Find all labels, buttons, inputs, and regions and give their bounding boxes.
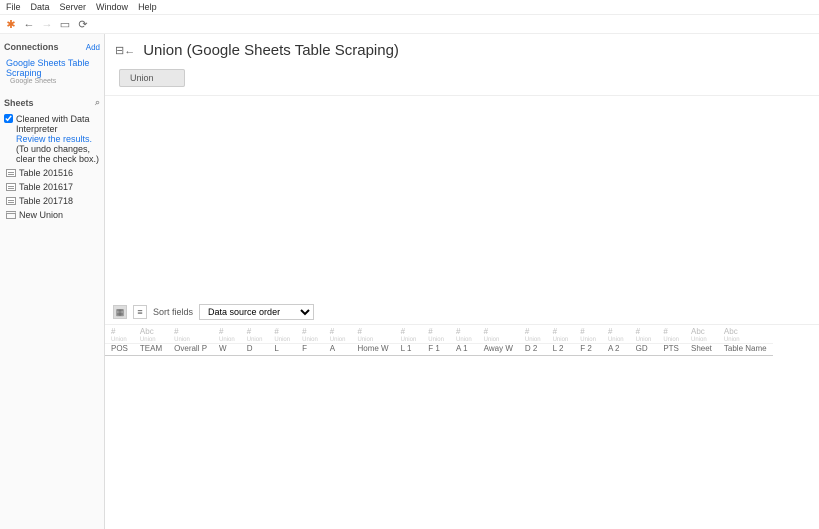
union-icon [6, 211, 16, 219]
column-header[interactable]: F [296, 344, 324, 356]
column-header[interactable]: A 2 [602, 344, 630, 356]
column-header[interactable]: GD [630, 344, 658, 356]
column-header[interactable]: PTS [657, 344, 685, 356]
type-icon[interactable]: Abc [691, 327, 705, 336]
type-icon[interactable]: # [330, 327, 334, 336]
sheets-header: Sheets [4, 98, 34, 108]
sidebar: Connections Add Google Sheets Table Scra… [0, 34, 105, 529]
sheet-item[interactable]: Table 201617 [2, 180, 102, 194]
type-icon[interactable]: Abc [724, 327, 738, 336]
sheet-icon [6, 169, 16, 177]
column-header[interactable]: W [213, 344, 241, 356]
column-header[interactable]: Home W [351, 344, 394, 356]
sheet-item[interactable]: Table 201718 [2, 194, 102, 208]
type-icon[interactable]: # [608, 327, 612, 336]
column-header[interactable]: D [241, 344, 269, 356]
type-icon[interactable]: # [357, 327, 361, 336]
sort-fields-label: Sort fields [153, 307, 193, 317]
column-header[interactable]: Overall P [168, 344, 213, 356]
data-interpreter-checkbox[interactable] [4, 114, 13, 123]
data-interpreter-label: Cleaned with Data Interpreter Review the… [16, 114, 100, 164]
sheet-icon [6, 197, 16, 205]
review-results-link[interactable]: Review the results. [16, 134, 92, 144]
forward-icon[interactable]: → [40, 17, 54, 31]
type-icon[interactable]: # [580, 327, 584, 336]
connection-item[interactable]: Google Sheets Table Scraping Google Shee… [2, 56, 102, 87]
column-header[interactable]: POS [105, 344, 134, 356]
column-header[interactable]: L 2 [547, 344, 575, 356]
column-header[interactable]: TEAM [134, 344, 168, 356]
menu-data[interactable]: Data [31, 2, 50, 12]
menu-help[interactable]: Help [138, 2, 157, 12]
column-header[interactable]: F 2 [574, 344, 602, 356]
type-icon[interactable]: # [247, 327, 251, 336]
menu-window[interactable]: Window [96, 2, 128, 12]
new-union[interactable]: New Union [2, 208, 102, 222]
column-header[interactable]: Away W [478, 344, 519, 356]
add-connection-link[interactable]: Add [86, 43, 100, 52]
sheet-icon [6, 183, 16, 191]
type-icon[interactable]: # [219, 327, 223, 336]
data-grid[interactable]: #UnionAbcUnion#Union#Union#Union#Union#U… [105, 325, 819, 529]
column-header[interactable]: Table Name [718, 344, 773, 356]
column-header[interactable]: D 2 [519, 344, 547, 356]
refresh-icon[interactable]: ⟳ [76, 17, 90, 31]
type-icon[interactable]: # [456, 327, 460, 336]
list-view-icon[interactable]: ≡ [133, 305, 147, 319]
type-icon[interactable]: # [663, 327, 667, 336]
save-icon[interactable]: ▭ [58, 17, 72, 31]
grid-view-icon[interactable]: ▦ [113, 305, 127, 319]
sort-fields-select[interactable]: Data source order [199, 304, 314, 320]
back-icon[interactable]: ← [22, 17, 36, 31]
connections-header: Connections [4, 42, 59, 52]
type-icon[interactable]: # [174, 327, 178, 336]
toolbar: ✱ ← → ▭ ⟳ [0, 15, 819, 34]
type-icon[interactable]: # [274, 327, 278, 336]
type-icon[interactable]: Abc [140, 327, 154, 336]
search-icon[interactable]: ⌕ [95, 97, 100, 108]
type-icon[interactable]: # [428, 327, 432, 336]
type-icon[interactable]: # [484, 327, 488, 336]
datasource-icon[interactable]: ⊟← [115, 44, 135, 57]
type-icon[interactable]: # [111, 327, 115, 336]
column-header[interactable]: A [324, 344, 352, 356]
column-header[interactable]: L [268, 344, 296, 356]
column-header[interactable]: L 1 [395, 344, 423, 356]
type-icon[interactable]: # [553, 327, 557, 336]
column-header[interactable]: F 1 [422, 344, 450, 356]
menu-server[interactable]: Server [60, 2, 87, 12]
column-header[interactable]: Sheet [685, 344, 718, 356]
menu-file[interactable]: File [6, 2, 21, 12]
page-title: Union (Google Sheets Table Scraping) [143, 42, 399, 59]
union-pill[interactable]: Union [119, 69, 185, 87]
type-icon[interactable]: # [302, 327, 306, 336]
type-icon[interactable]: # [525, 327, 529, 336]
column-header[interactable]: A 1 [450, 344, 478, 356]
menubar: File Data Server Window Help [0, 0, 819, 15]
type-icon[interactable]: # [636, 327, 640, 336]
type-icon[interactable]: # [401, 327, 405, 336]
sheet-item[interactable]: Table 201516 [2, 166, 102, 180]
logo-icon: ✱ [4, 17, 18, 31]
